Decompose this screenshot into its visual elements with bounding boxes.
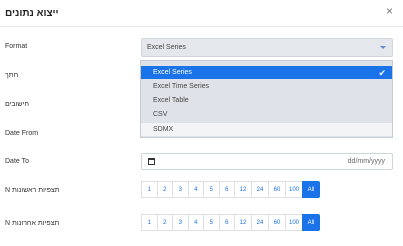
format-option-csv[interactable]: CSV <box>141 108 392 121</box>
date-from-label: Date From <box>5 130 39 137</box>
format-label: Format <box>5 43 28 50</box>
first-obs-button-60[interactable]: 60 <box>268 181 286 198</box>
first-obs-button-6[interactable]: 6 <box>218 181 235 198</box>
last-obs-button-4[interactable]: 4 <box>187 214 204 231</box>
check-icon: ✔ <box>378 68 386 78</box>
last-obs-button-2[interactable]: 2 <box>156 214 173 231</box>
dialog-header: ייצוא נתונים × <box>0 0 403 27</box>
last-obs-button-12[interactable]: 12 <box>234 214 252 231</box>
first-obs-button-2[interactable]: 2 <box>156 181 173 198</box>
format-dropdown-list: Excel Series ✔ Excel Time Series Excel T… <box>140 60 393 138</box>
first-obs-button-3[interactable]: 3 <box>172 181 189 198</box>
last-obs-button-5[interactable]: 5 <box>203 214 220 231</box>
format-option-excel-time-series[interactable]: Excel Time Series <box>141 80 392 93</box>
date-to-placeholder: dd/mm/yyyy <box>347 158 385 165</box>
format-option-label: Excel Series <box>153 69 192 76</box>
first-obs-button-all[interactable]: All <box>302 181 320 198</box>
first-obs-button-4[interactable]: 4 <box>187 181 204 198</box>
last-observations-buttons: 1 2 3 4 5 6 12 24 60 100 All <box>141 214 320 231</box>
date-to-input[interactable]: dd/mm/yyyy <box>141 153 393 170</box>
last-obs-button-3[interactable]: 3 <box>172 214 189 231</box>
first-observations-buttons: 1 2 3 4 5 6 12 24 60 100 All <box>141 181 320 198</box>
last-obs-button-all[interactable]: All <box>302 214 320 231</box>
first-obs-button-12[interactable]: 12 <box>234 181 252 198</box>
dialog-title: ייצוא נתונים <box>5 8 59 19</box>
close-icon[interactable]: × <box>386 4 393 18</box>
last-obs-button-24[interactable]: 24 <box>251 214 269 231</box>
last-obs-button-6[interactable]: 6 <box>218 214 235 231</box>
last-observations-label: N תצפיות אחרונות <box>5 220 60 227</box>
format-option-sdmx[interactable]: SDMX <box>141 123 392 136</box>
first-observations-label: N תצפיות ראשונות <box>5 187 60 194</box>
format-select[interactable]: Excel Series <box>141 38 393 57</box>
export-data-dialog: ייצוא נתונים × Format חתך חישובים Date F… <box>0 0 403 246</box>
first-obs-button-24[interactable]: 24 <box>251 181 269 198</box>
first-obs-button-100[interactable]: 100 <box>285 181 303 198</box>
calc-label: חישובים <box>5 101 29 108</box>
format-option-excel-series[interactable]: Excel Series ✔ <box>141 66 392 79</box>
last-obs-button-100[interactable]: 100 <box>285 214 303 231</box>
first-obs-button-1[interactable]: 1 <box>141 181 158 198</box>
last-obs-button-1[interactable]: 1 <box>141 214 158 231</box>
last-obs-button-60[interactable]: 60 <box>268 214 286 231</box>
format-select-value: Excel Series <box>147 44 186 51</box>
date-to-label: Date To <box>5 158 29 165</box>
format-option-excel-table[interactable]: Excel Table <box>141 94 392 107</box>
split-label: חתך <box>5 72 19 79</box>
chevron-down-icon <box>380 46 386 49</box>
first-obs-button-5[interactable]: 5 <box>203 181 220 198</box>
calendar-icon[interactable] <box>148 158 155 165</box>
